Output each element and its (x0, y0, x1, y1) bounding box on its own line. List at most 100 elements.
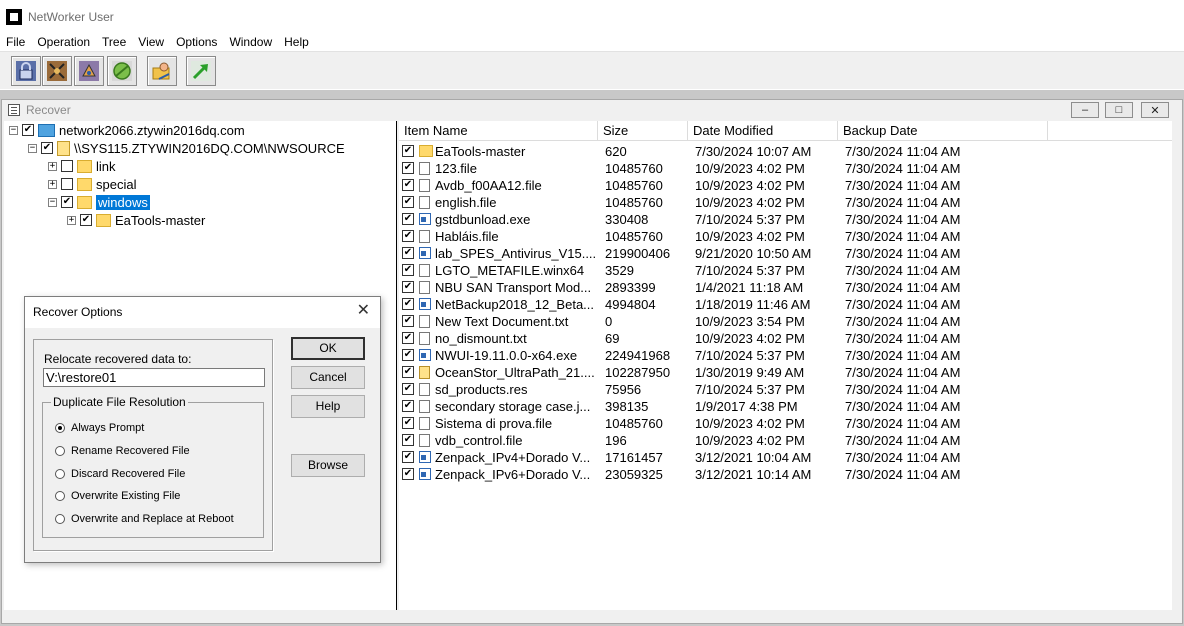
tree-checkbox[interactable]: ✔ (22, 124, 34, 136)
radio-button[interactable] (55, 469, 65, 479)
cell-backup-date: 7/30/2024 11:04 AM (845, 450, 961, 465)
tree-item-link[interactable]: + link (48, 157, 116, 175)
row-checkbox[interactable]: ✔ (402, 383, 414, 395)
menu-file[interactable]: File (0, 35, 31, 49)
radio-button[interactable] (55, 423, 65, 433)
column-date-modified[interactable]: Date Modified (688, 121, 838, 140)
table-row[interactable]: ✔ LGTO_METAFILE.winx64 3529 7/10/2024 5:37 … (399, 262, 1172, 279)
cancel-button[interactable]: Cancel (291, 366, 365, 389)
collapse-icon[interactable]: − (9, 125, 18, 135)
table-row[interactable]: ✔ secondary storage case.j... 398135 1/9/20… (399, 398, 1172, 415)
row-checkbox[interactable]: ✔ (402, 264, 414, 276)
close-window-button[interactable]: ✕ (1141, 102, 1169, 118)
file-icon (419, 179, 430, 192)
expand-icon[interactable]: + (48, 179, 57, 189)
table-row[interactable]: ✔ New Text Document.txt 0 10/9/2023 3:54 PM… (399, 313, 1172, 330)
radio-button[interactable] (55, 491, 65, 501)
toolbar-recover-button[interactable] (74, 56, 104, 86)
cell-date-modified: 1/4/2021 11:18 AM (695, 280, 804, 295)
menu-operation[interactable]: Operation (31, 35, 96, 49)
column-size[interactable]: Size (598, 121, 688, 140)
row-checkbox[interactable]: ✔ (402, 298, 414, 310)
radio-overwrite[interactable]: Overwrite Existing File (55, 488, 180, 504)
expand-icon[interactable]: + (48, 161, 57, 171)
row-checkbox[interactable]: ✔ (402, 247, 414, 259)
menu-window[interactable]: Window (223, 35, 278, 49)
radio-button[interactable] (55, 446, 65, 456)
column-backup-date[interactable]: Backup Date (838, 121, 1048, 140)
radio-discard[interactable]: Discard Recovered File (55, 466, 185, 482)
exe-icon (419, 213, 431, 225)
relocate-path-input[interactable]: V:\restore01 (43, 368, 265, 387)
radio-overwrite-reboot[interactable]: Overwrite and Replace at Reboot (55, 511, 234, 527)
help-button[interactable]: Help (291, 395, 365, 418)
row-checkbox[interactable]: ✔ (402, 145, 414, 157)
menu-options[interactable]: Options (170, 35, 223, 49)
tree-item-eatools[interactable]: + ✔ EaTools-master (67, 211, 205, 229)
tree-item-label: windows (96, 194, 150, 210)
table-row[interactable]: ✔ Sistema di prova.file 10485760 10/9/2023 … (399, 415, 1172, 432)
toolbar-cut-button[interactable] (42, 56, 72, 86)
table-row[interactable]: ✔ Zenpack_IPv6+Dorado V... 23059325 3/12/20… (399, 466, 1172, 483)
radio-button[interactable] (55, 514, 65, 524)
tree-item-host[interactable]: − ✔ network2066.ztywin2016dq.com (9, 121, 245, 139)
column-item-name[interactable]: Item Name (399, 121, 598, 140)
row-checkbox[interactable]: ✔ (402, 332, 414, 344)
row-checkbox[interactable]: ✔ (402, 400, 414, 412)
table-row[interactable]: ✔ OceanStor_UltraPath_21.... 102287950 1/30… (399, 364, 1172, 381)
browse-button[interactable]: Browse (291, 454, 365, 477)
tree-item-special[interactable]: + special (48, 175, 136, 193)
close-icon[interactable]: ✕ (357, 302, 370, 320)
row-checkbox[interactable]: ✔ (402, 349, 414, 361)
table-row[interactable]: ✔ sd_products.res 75956 7/10/2024 5:37 PM 7/… (399, 381, 1172, 398)
menu-help[interactable]: Help (278, 35, 315, 49)
row-checkbox[interactable]: ✔ (402, 468, 414, 480)
ok-button[interactable]: OK (291, 337, 365, 360)
tree-item-share[interactable]: − ✔ \\SYS115.ZTYWIN2016DQ.COM\NWSOURCE (28, 139, 345, 157)
row-checkbox[interactable]: ✔ (402, 179, 414, 191)
tree-checkbox[interactable]: ✔ (41, 142, 53, 154)
table-row[interactable]: ✔ EaTools-master 620 7/30/2024 10:07 AM 7/30… (399, 143, 1172, 160)
toolbar-lock-button[interactable] (11, 56, 41, 86)
table-row[interactable]: ✔ Zenpack_IPv4+Dorado V... 17161457 3/12/20… (399, 449, 1172, 466)
table-row[interactable]: ✔ lab_SPES_Antivirus_V15.... 219900406 9/21… (399, 245, 1172, 262)
collapse-icon[interactable]: − (48, 197, 57, 207)
table-row[interactable]: ✔ gstdbunload.exe 330408 7/10/2024 5:37 PM 7… (399, 211, 1172, 228)
minimize-button[interactable]: – (1071, 102, 1099, 118)
row-checkbox[interactable]: ✔ (402, 434, 414, 446)
cell-date-modified: 10/9/2023 4:02 PM (695, 178, 805, 193)
tree-checkbox[interactable] (61, 178, 73, 190)
toolbar-arrow-button[interactable] (186, 56, 216, 86)
table-row[interactable]: ✔ 123.file 10485760 10/9/2023 4:02 PM 7/30/2… (399, 160, 1172, 177)
table-row[interactable]: ✔ Habláis.file 10485760 10/9/2023 4:02 PM 7/… (399, 228, 1172, 245)
row-checkbox[interactable]: ✔ (402, 315, 414, 327)
row-checkbox[interactable]: ✔ (402, 451, 414, 463)
restore-button[interactable]: □ (1105, 102, 1133, 118)
expand-icon[interactable]: + (67, 215, 76, 225)
table-row[interactable]: ✔ NBU SAN Transport Mod... 2893399 1/4/2021… (399, 279, 1172, 296)
menu-view[interactable]: View (132, 35, 170, 49)
row-checkbox[interactable]: ✔ (402, 281, 414, 293)
row-checkbox[interactable]: ✔ (402, 162, 414, 174)
table-row[interactable]: ✔ NetBackup2018_12_Beta... 4994804 1/18/201… (399, 296, 1172, 313)
table-row[interactable]: ✔ NWUI-19.11.0.0-x64.exe 224941968 7/10/202… (399, 347, 1172, 364)
tree-checkbox[interactable] (61, 160, 73, 172)
table-row[interactable]: ✔ vdb_control.file 196 10/9/2023 4:02 PM 7/3… (399, 432, 1172, 449)
row-checkbox[interactable]: ✔ (402, 366, 414, 378)
tree-checkbox[interactable]: ✔ (61, 196, 73, 208)
row-checkbox[interactable]: ✔ (402, 230, 414, 242)
table-row[interactable]: ✔ english.file 10485760 10/9/2023 4:02 PM 7/… (399, 194, 1172, 211)
row-checkbox[interactable]: ✔ (402, 417, 414, 429)
toolbar-user-folder-button[interactable] (147, 56, 177, 86)
table-row[interactable]: ✔ Avdb_f00AA12.file 10485760 10/9/2023 4:02… (399, 177, 1172, 194)
row-checkbox[interactable]: ✔ (402, 196, 414, 208)
toolbar-globe-button[interactable] (107, 56, 137, 86)
row-checkbox[interactable]: ✔ (402, 213, 414, 225)
tree-item-windows[interactable]: − ✔ windows (48, 193, 150, 211)
radio-always-prompt[interactable]: Always Prompt (55, 420, 144, 436)
tree-checkbox[interactable]: ✔ (80, 214, 92, 226)
collapse-icon[interactable]: − (28, 143, 37, 153)
radio-rename[interactable]: Rename Recovered File (55, 443, 190, 459)
menu-tree[interactable]: Tree (96, 35, 132, 49)
table-row[interactable]: ✔ no_dismount.txt 69 10/9/2023 4:02 PM 7/30/… (399, 330, 1172, 347)
